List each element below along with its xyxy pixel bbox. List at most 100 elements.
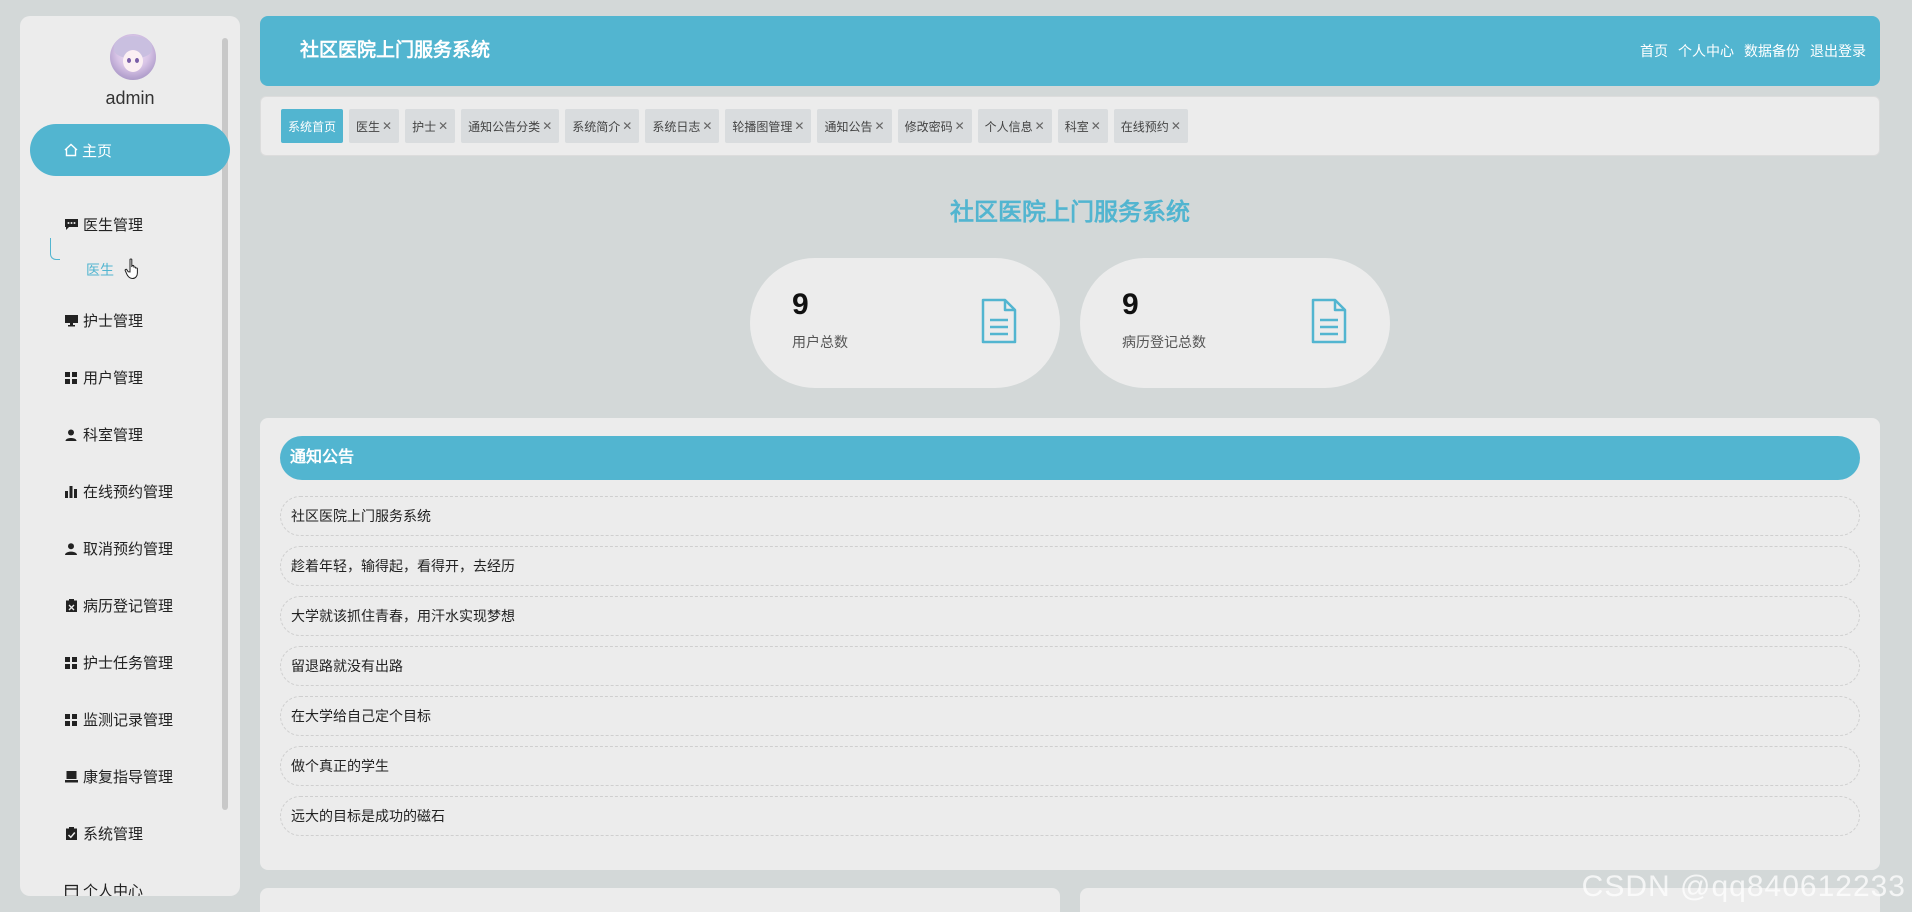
monitor-icon — [64, 314, 78, 328]
app-title: 社区医院上门服务系统 — [300, 40, 491, 61]
tab-notice[interactable]: 通知公告 ✕ — [817, 109, 892, 143]
home-icon — [64, 143, 78, 157]
list-item[interactable]: 大学就该抓住青春，用汗水实现梦想 — [280, 596, 1860, 636]
close-icon[interactable]: ✕ — [794, 119, 804, 133]
close-icon[interactable]: ✕ — [702, 119, 712, 133]
tab-system-home[interactable]: 系统首页 — [281, 109, 344, 143]
nav-logout-link[interactable]: 退出登录 — [1810, 16, 1866, 86]
stat-value: 9 — [792, 288, 809, 321]
tab-department[interactable]: 科室 ✕ — [1057, 109, 1108, 143]
grid-icon — [64, 713, 78, 727]
nav-profile-link[interactable]: 个人中心 — [1678, 16, 1734, 86]
sidebar-item-system-management[interactable]: 系统管理 — [64, 823, 143, 844]
sidebar-subitem-doctor[interactable]: 医生 — [86, 260, 114, 280]
close-icon[interactable]: ✕ — [1091, 119, 1101, 133]
document-icon — [1311, 298, 1347, 344]
tab-nurse[interactable]: 护士 ✕ — [405, 109, 456, 143]
stat-label: 病历登记总数 — [1122, 334, 1206, 350]
tab-label: 修改密码 — [904, 119, 953, 134]
sidebar-item-label: 医生管理 — [83, 217, 144, 234]
welcome-title: 社区医院上门服务系统 — [950, 199, 1190, 226]
close-icon[interactable]: ✕ — [622, 119, 632, 133]
tab-carousel-management[interactable]: 轮播图管理 ✕ — [725, 109, 812, 143]
calendar-icon — [64, 884, 78, 896]
stat-card-medical-records: 9 病历登记总数 — [1080, 258, 1390, 388]
hand-cursor-icon — [124, 258, 138, 280]
tab-personal-info[interactable]: 个人信息 ✕ — [977, 109, 1052, 143]
avatar[interactable] — [110, 34, 156, 80]
close-icon[interactable]: ✕ — [955, 119, 965, 133]
tabs-bar: 系统首页 医生 ✕ 护士 ✕ 通知公告分类 ✕ 系统简介 ✕ 系统日志 ✕ 轮播图管理 ✕ … — [260, 96, 1880, 156]
sidebar-item-label: 监测记录管理 — [83, 712, 174, 729]
tab-change-password[interactable]: 修改密码 ✕ — [897, 109, 972, 143]
sidebar-item-label: 在线预约管理 — [83, 484, 174, 501]
sidebar-item-doctor-management[interactable]: 医生管理 — [64, 214, 143, 235]
tab-system-intro[interactable]: 系统简介 ✕ — [565, 109, 640, 143]
sidebar-item-cancel-appointment-management[interactable]: 取消预约管理 — [64, 538, 173, 559]
tab-notice-category[interactable]: 通知公告分类 ✕ — [461, 109, 560, 143]
grid-icon — [64, 656, 78, 670]
bar-chart-icon — [64, 485, 78, 499]
sidebar-item-personal-center[interactable]: 个人中心 — [64, 880, 143, 896]
list-item[interactable]: 远大的目标是成功的磁石 — [280, 796, 1860, 836]
bottom-card-left — [260, 888, 1060, 912]
sidebar: admin 主页 医生管理 医生 护士管理 用户管理 科室管理 在线预约管理 取… — [20, 16, 240, 896]
sidebar-item-monitoring-record-management[interactable]: 监测记录管理 — [64, 709, 173, 730]
list-item[interactable]: 留退路就没有出路 — [280, 646, 1860, 686]
list-item[interactable]: 社区医院上门服务系统 — [280, 496, 1860, 536]
tab-label: 系统简介 — [572, 119, 621, 134]
close-icon[interactable]: ✕ — [382, 119, 392, 133]
top-header: 社区医院上门服务系统 首页 个人中心 数据备份 退出登录 — [260, 16, 1880, 86]
sidebar-item-label: 取消预约管理 — [83, 541, 174, 558]
close-icon[interactable]: ✕ — [1035, 119, 1045, 133]
notice-panel: 通知公告 社区医院上门服务系统 趁着年轻，输得起，看得开，去经历 大学就该抓住青… — [260, 418, 1880, 870]
sidebar-item-label: 护士管理 — [83, 313, 144, 330]
nav-home-link[interactable]: 首页 — [1640, 16, 1668, 86]
person-icon — [64, 542, 78, 556]
sidebar-item-label: 康复指导管理 — [83, 769, 174, 786]
notice-list: 社区医院上门服务系统 趁着年轻，输得起，看得开，去经历 大学就该抓住青春，用汗水… — [280, 496, 1860, 846]
close-icon[interactable]: ✕ — [1171, 119, 1181, 133]
sidebar-item-department-management[interactable]: 科室管理 — [64, 424, 143, 445]
close-icon[interactable]: ✕ — [438, 119, 448, 133]
tab-label: 系统首页 — [288, 119, 337, 134]
header-nav: 首页 个人中心 数据备份 退出登录 — [1640, 16, 1866, 86]
close-icon[interactable]: ✕ — [542, 119, 552, 133]
sidebar-item-user-management[interactable]: 用户管理 — [64, 367, 143, 388]
tab-online-appointment[interactable]: 在线预约 ✕ — [1113, 109, 1188, 143]
list-item[interactable]: 在大学给自己定个目标 — [280, 696, 1860, 736]
sidebar-item-medical-record-management[interactable]: 病历登记管理 — [64, 595, 173, 616]
sidebar-item-home[interactable]: 主页 — [30, 124, 230, 176]
sidebar-item-label: 个人中心 — [83, 883, 144, 896]
laptop-icon — [64, 770, 78, 784]
tab-label: 通知公告 — [824, 119, 873, 134]
sidebar-item-nurse-management[interactable]: 护士管理 — [64, 310, 143, 331]
sidebar-item-appointment-management[interactable]: 在线预约管理 — [64, 481, 173, 502]
list-item[interactable]: 趁着年轻，输得起，看得开，去经历 — [280, 546, 1860, 586]
submenu-connector — [50, 238, 60, 260]
sidebar-item-label: 用户管理 — [83, 370, 144, 387]
close-icon[interactable]: ✕ — [875, 119, 885, 133]
sidebar-item-nurse-task-management[interactable]: 护士任务管理 — [64, 652, 173, 673]
tab-label: 科室 — [1064, 119, 1089, 134]
sidebar-item-rehab-guidance-management[interactable]: 康复指导管理 — [64, 766, 173, 787]
tab-label: 医生 — [356, 119, 381, 134]
tab-label: 轮播图管理 — [732, 119, 793, 134]
sidebar-item-label: 主页 — [82, 142, 113, 160]
tab-system-log[interactable]: 系统日志 ✕ — [645, 109, 720, 143]
tab-label: 在线预约 — [1120, 119, 1169, 134]
clipboard-x-icon — [64, 599, 78, 613]
clipboard-check-icon — [64, 827, 78, 841]
stat-value: 9 — [1122, 288, 1139, 321]
grid-icon — [64, 371, 78, 385]
stat-card-users: 9 用户总数 — [750, 258, 1060, 388]
nav-backup-link[interactable]: 数据备份 — [1744, 16, 1800, 86]
sidebar-item-label: 病历登记管理 — [83, 598, 174, 615]
sidebar-item-label: 系统管理 — [83, 826, 144, 843]
tab-label: 护士 — [412, 119, 437, 134]
tab-doctor[interactable]: 医生 ✕ — [349, 109, 400, 143]
chat-icon — [64, 218, 78, 232]
watermark: CSDN @qq840612233 — [1581, 870, 1906, 903]
sidebar-item-label: 科室管理 — [83, 427, 144, 444]
list-item[interactable]: 做个真正的学生 — [280, 746, 1860, 786]
